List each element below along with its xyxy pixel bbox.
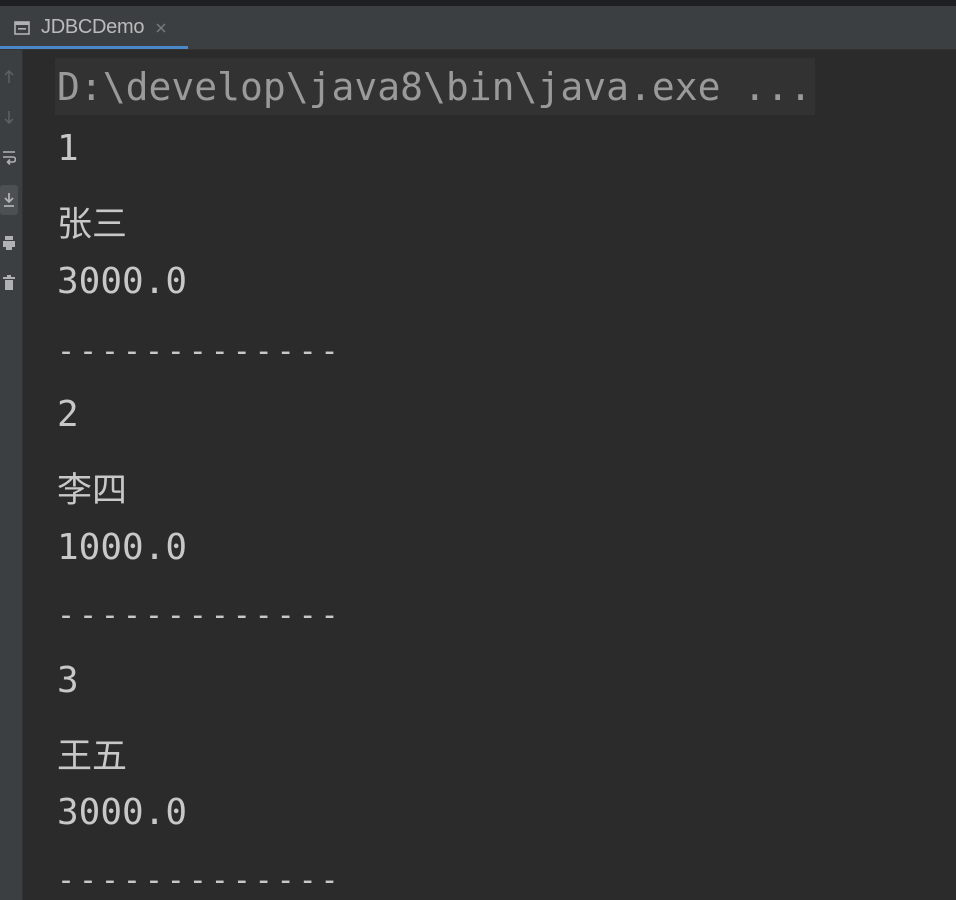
output-line-name-1: 张三 [57,205,128,245]
close-icon[interactable] [154,21,168,35]
run-tool-window-tabbar: JDBCDemo [0,6,956,50]
active-tab-indicator [0,46,188,49]
output-line-salary-3: 3000.0 [57,792,188,833]
output-line-separator-1: ------------- [57,334,343,369]
output-line-separator-2: ------------- [57,598,343,633]
output-line-id-3: 3 [57,660,79,701]
output-line-id-2: 2 [57,394,79,435]
output-line-salary-1: 3000.0 [57,261,188,302]
soft-wrap-icon[interactable] [0,142,18,172]
output-line-name-3: 王五 [57,737,128,777]
output-line-separator-3: ------------- [57,863,343,898]
console-output[interactable]: D:\develop\java8\bin\java.exe ... 1 张三 3… [23,50,956,900]
output-line-id-1: 1 [57,128,79,169]
arrow-down-icon[interactable] [0,102,18,132]
print-icon[interactable] [0,228,18,258]
arrow-up-icon[interactable] [0,62,18,92]
output-line-salary-2: 1000.0 [57,527,188,568]
command-line: D:\develop\java8\bin\java.exe ... [55,58,815,115]
console-window-icon [12,18,32,38]
tab-label: JDBCDemo [41,16,145,38]
tab-jdbcdemo[interactable]: JDBCDemo [0,6,188,49]
trash-icon[interactable] [0,268,18,298]
console-toolbar [0,50,23,900]
scroll-to-end-icon[interactable] [0,185,18,215]
output-line-name-2: 李四 [57,471,128,511]
